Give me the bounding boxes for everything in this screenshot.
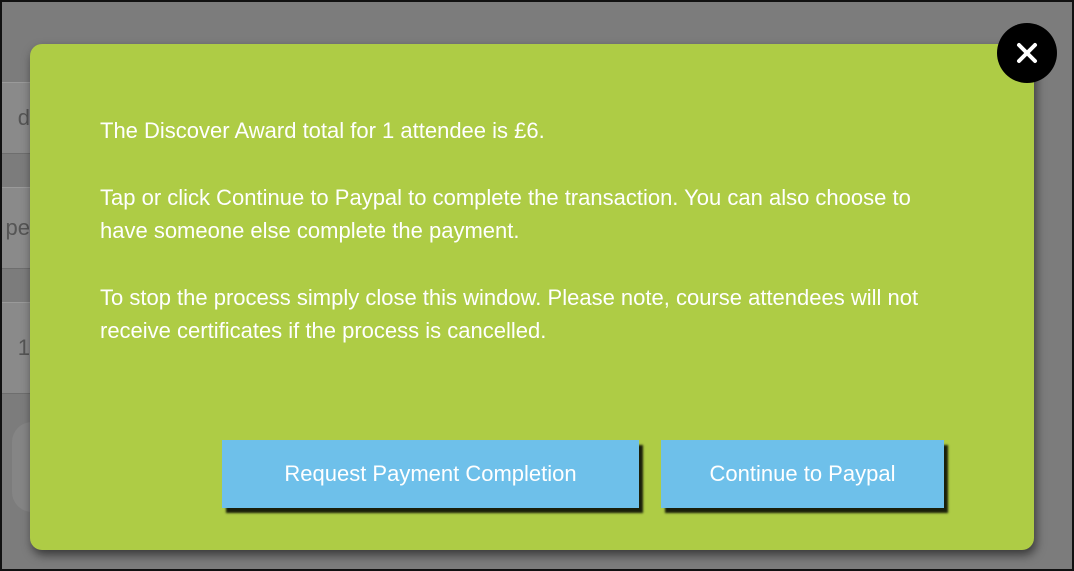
payment-modal: The Discover Award total for 1 attendee … [30,44,1034,550]
close-button[interactable] [997,23,1057,83]
background-text-fragment: 1 [17,335,30,360]
cancel-note-text: To stop the process simply close this wi… [100,285,919,343]
background-text-fragment: pe [5,215,30,240]
instructions-text: Tap or click Continue to Paypal to compl… [100,185,911,243]
modal-message: The Discover Award total for 1 attendee … [100,114,960,381]
request-payment-completion-button[interactable]: Request Payment Completion [222,440,639,508]
continue-to-paypal-button[interactable]: Continue to Paypal [661,440,944,508]
background-text-fragment: d [17,105,30,130]
screen-frame: d pe 1 The Discover Award total for 1 at… [0,0,1074,571]
close-icon [1017,43,1037,63]
award-total-text: The Discover Award total for 1 attendee … [100,118,545,143]
